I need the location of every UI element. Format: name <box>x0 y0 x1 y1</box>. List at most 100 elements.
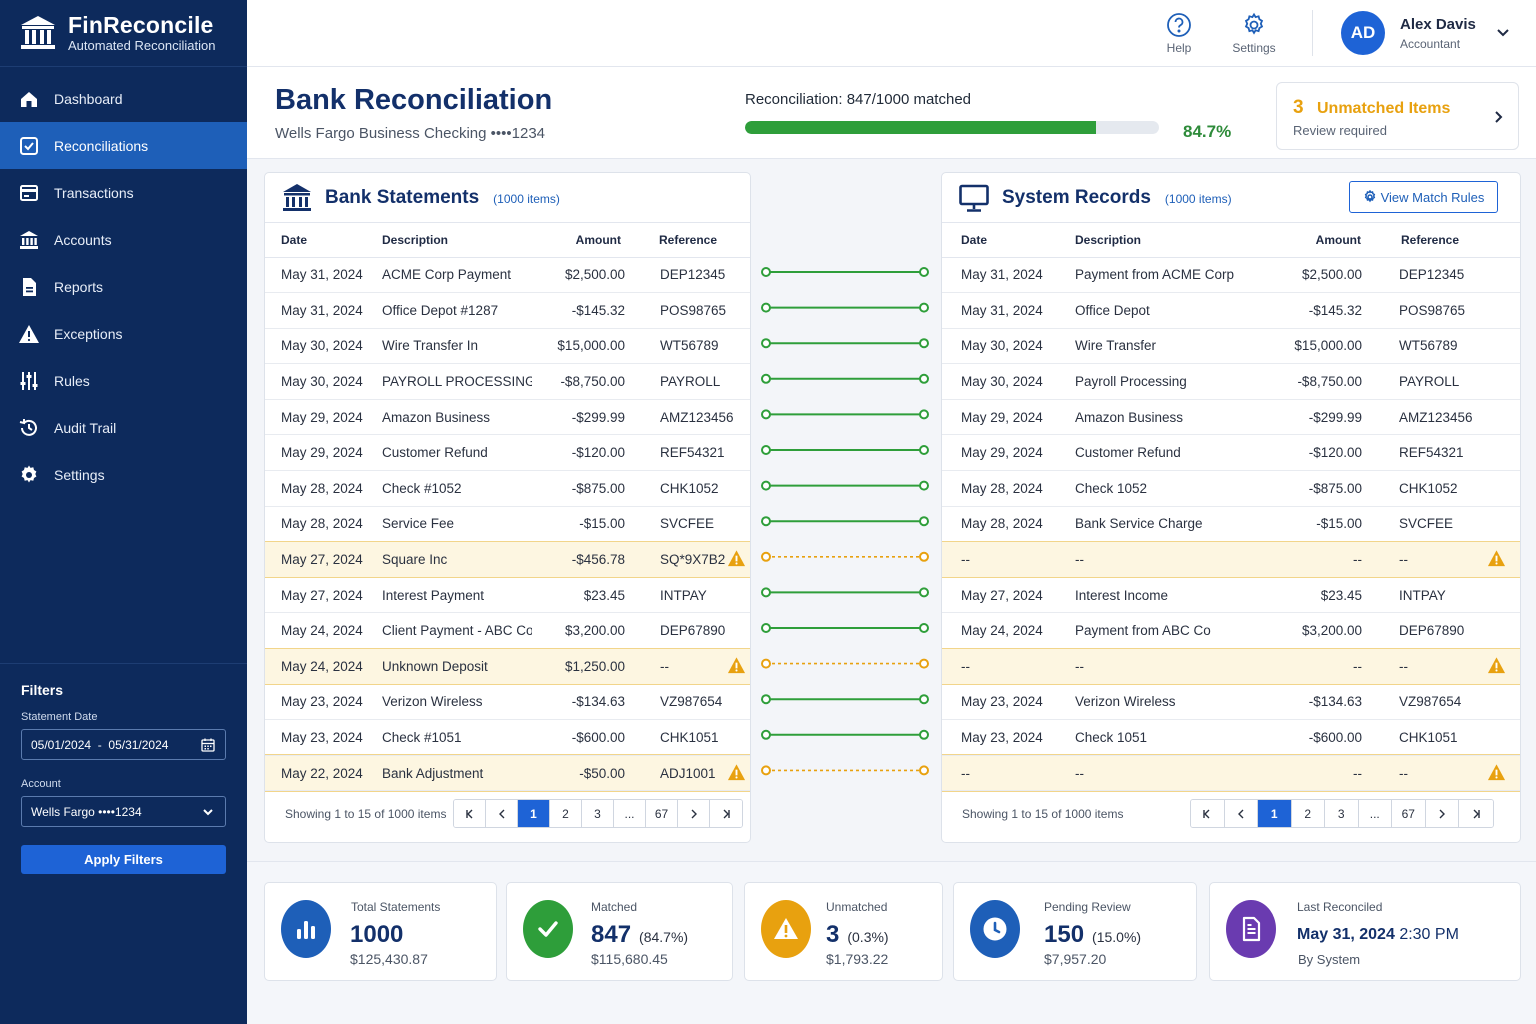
table-row[interactable]: May 29, 2024 Customer Refund -$120.00 REF54… <box>942 434 1520 472</box>
unmatched-items-card[interactable]: 3 Unmatched Items Review required <box>1276 82 1519 150</box>
table-row[interactable]: May 24, 2024 Client Payment - ABC Co $3,20… <box>265 612 750 650</box>
table-row[interactable]: -- -- -- -- <box>942 647 1520 686</box>
col-date[interactable]: Date <box>265 223 382 258</box>
warning-icon[interactable] <box>727 763 746 782</box>
cell-date: May 24, 2024 <box>265 612 382 650</box>
table-row[interactable]: May 24, 2024 Payment from ABC Co $3,200.00… <box>942 612 1520 650</box>
prev-page-button[interactable] <box>1224 800 1258 827</box>
monitor-icon <box>959 184 989 212</box>
avatar[interactable]: AD <box>1341 11 1385 55</box>
table-row[interactable]: May 27, 2024 Square Inc -$456.78 SQ*9X7B2 <box>265 540 750 579</box>
next-page-button[interactable] <box>678 800 710 827</box>
cell-reference: VZ987654 <box>629 684 750 721</box>
table-row[interactable]: May 31, 2024 Payment from ACME Corp $2,500… <box>942 257 1520 294</box>
page-button[interactable]: 2 <box>1291 800 1325 827</box>
table-row[interactable]: May 31, 2024 ACME Corp Payment $2,500.00 DE… <box>265 257 750 294</box>
matched-card[interactable]: Matched 847 (84.7%) $115,680.45 <box>506 882 733 981</box>
view-match-rules-button[interactable]: View Match Rules <box>1349 181 1498 213</box>
warning-icon[interactable] <box>1487 656 1506 675</box>
table-row[interactable]: May 24, 2024 Unknown Deposit $1,250.00 -- <box>265 647 750 686</box>
sidebar-item-reports[interactable]: Reports <box>0 263 247 310</box>
table-row[interactable]: May 23, 2024 Check 1051 -$600.00 CHK1051 <box>942 719 1520 756</box>
settings-button[interactable]: Settings <box>1224 12 1284 55</box>
first-page-button[interactable] <box>1191 800 1225 827</box>
col-reference[interactable]: Reference <box>629 223 750 258</box>
col-amount[interactable]: Amount <box>1255 223 1367 258</box>
table-row[interactable]: May 30, 2024 PAYROLL PROCESSING -$8,750.00… <box>265 363 750 400</box>
reconciliation-status: Reconciliation: 847/1000 matched <box>745 91 971 108</box>
table-row[interactable]: May 28, 2024 Service Fee -$15.00 SVCFEE <box>265 506 750 543</box>
table-row[interactable]: May 29, 2024 Amazon Business -$299.99 AMZ12… <box>942 399 1520 436</box>
table-row[interactable]: May 29, 2024 Customer Refund -$120.00 REF54… <box>265 434 750 472</box>
sidebar-item-transactions[interactable]: Transactions <box>0 169 247 216</box>
col-date[interactable]: Date <box>942 223 1075 258</box>
sidebar-item-label: Settings <box>54 466 105 483</box>
sidebar-item-exceptions[interactable]: Exceptions <box>0 310 247 357</box>
account-select[interactable]: Wells Fargo ••••1234 <box>21 796 226 827</box>
reference-value: SQ*9X7B2 <box>660 552 726 568</box>
table-row[interactable]: -- -- -- -- <box>942 540 1520 579</box>
cell-reference: WT56789 <box>1367 328 1520 365</box>
table-row[interactable]: May 28, 2024 Check 1052 -$875.00 CHK1052 <box>942 470 1520 507</box>
table-row[interactable]: May 23, 2024 Check #1051 -$600.00 CHK1051 <box>265 719 750 756</box>
sidebar-item-rules[interactable]: Rules <box>0 357 247 404</box>
table-row[interactable]: May 23, 2024 Verizon Wireless -$134.63 VZ98… <box>942 684 1520 721</box>
reconciliation-percent: 84.7% <box>1183 122 1232 141</box>
table-row[interactable]: May 31, 2024 Office Depot -$145.32 POS98765 <box>942 292 1520 329</box>
cell-amount: $23.45 <box>532 577 629 614</box>
table-row[interactable]: May 30, 2024 Wire Transfer In $15,000.00 WT… <box>265 328 750 365</box>
table-row[interactable]: May 27, 2024 Interest Payment $23.45 INTPAY <box>265 577 750 614</box>
account-value: Wells Fargo ••••1234 <box>31 804 142 819</box>
app-logo[interactable]: FinReconcile Automated Reconciliation <box>0 0 247 67</box>
page-button[interactable]: 2 <box>550 800 582 827</box>
page-button[interactable]: 1 <box>1258 800 1292 827</box>
warning-icon[interactable] <box>1487 763 1506 782</box>
page-button[interactable]: 67 <box>646 800 678 827</box>
page-button[interactable]: ... <box>1358 800 1392 827</box>
table-row[interactable]: May 27, 2024 Interest Income $23.45 INTPAY <box>942 577 1520 614</box>
col-reference[interactable]: Reference <box>1367 223 1520 258</box>
sidebar-item-audit-trail[interactable]: Audit Trail <box>0 404 247 451</box>
last-page-button[interactable] <box>710 800 742 827</box>
table-row[interactable]: May 29, 2024 Amazon Business -$299.99 AMZ12… <box>265 399 750 436</box>
sidebar-item-reconciliations[interactable]: Reconciliations <box>0 122 247 169</box>
page-button[interactable]: 3 <box>582 800 614 827</box>
next-page-button[interactable] <box>1425 800 1459 827</box>
warning-icon[interactable] <box>1487 549 1506 568</box>
page-button[interactable]: 67 <box>1392 800 1426 827</box>
statement-date-field[interactable]: 05/01/2024 - 05/31/2024 <box>21 729 226 760</box>
page-button[interactable]: ... <box>614 800 646 827</box>
prev-page-button[interactable] <box>486 800 518 827</box>
total-statements-card[interactable]: Total Statements 1000 $125,430.87 <box>264 882 497 981</box>
unmatched-card[interactable]: Unmatched 3 (0.3%) $1,793.22 <box>744 882 943 981</box>
table-row[interactable]: May 31, 2024 Office Depot #1287 -$145.32 PO… <box>265 292 750 329</box>
warning-icon[interactable] <box>727 549 746 568</box>
warning-icon[interactable] <box>727 656 746 675</box>
sidebar-item-settings[interactable]: Settings <box>0 451 247 498</box>
calendar-icon[interactable] <box>200 737 216 753</box>
help-button[interactable]: Help <box>1149 12 1209 55</box>
chevron-down-icon[interactable] <box>1495 24 1511 40</box>
apply-filters-button[interactable]: Apply Filters <box>21 845 226 874</box>
table-row[interactable]: May 28, 2024 Check #1052 -$875.00 CHK1052 <box>265 470 750 507</box>
table-row[interactable]: May 30, 2024 Payroll Processing -$8,750.00… <box>942 363 1520 400</box>
first-page-button[interactable] <box>454 800 486 827</box>
reference-value: VZ987654 <box>660 694 723 710</box>
page-button[interactable]: 1 <box>518 800 550 827</box>
cell-date: May 27, 2024 <box>942 577 1075 614</box>
sidebar-item-accounts[interactable]: Accounts <box>0 216 247 263</box>
col-description[interactable]: Description <box>382 223 532 258</box>
table-row[interactable]: May 23, 2024 Verizon Wireless -$134.63 VZ98… <box>265 684 750 721</box>
pending-review-card[interactable]: Pending Review 150 (15.0%) $7,957.20 <box>953 882 1197 981</box>
page-button[interactable]: 3 <box>1325 800 1359 827</box>
reference-value: WT56789 <box>660 338 719 354</box>
pending-review-value: 150 <box>1044 921 1085 948</box>
col-description[interactable]: Description <box>1075 223 1255 258</box>
table-row[interactable]: May 28, 2024 Bank Service Charge -$15.00 SV… <box>942 506 1520 543</box>
col-amount[interactable]: Amount <box>532 223 629 258</box>
table-row[interactable]: May 30, 2024 Wire Transfer $15,000.00 WT567… <box>942 328 1520 365</box>
last-page-button[interactable] <box>1459 800 1493 827</box>
sidebar-item-dashboard[interactable]: Dashboard <box>0 75 247 122</box>
cell-reference: CHK1051 <box>629 719 750 756</box>
last-reconciled-card[interactable]: Last Reconciled May 31, 2024 2:30 PM By … <box>1209 882 1521 981</box>
